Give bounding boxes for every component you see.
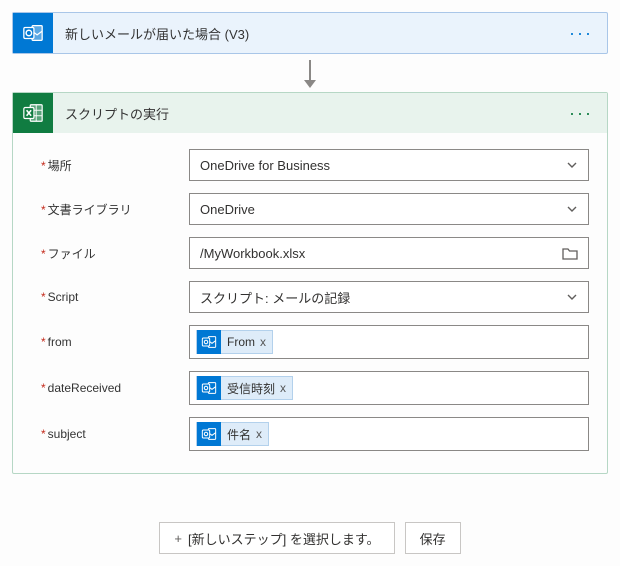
action-step-menu-button[interactable]: ··· <box>565 103 597 124</box>
trigger-step[interactable]: 新しいメールが届いた場合 (V3) ··· <box>12 12 608 54</box>
action-step: スクリプトの実行 ··· *場所 OneDrive for Business *… <box>12 92 608 474</box>
library-dropdown[interactable]: OneDrive <box>189 193 589 225</box>
from-input[interactable]: From x <box>189 325 589 359</box>
arrow-down-icon <box>304 80 316 88</box>
flow-connector <box>12 60 608 88</box>
trigger-step-menu-button[interactable]: ··· <box>565 23 597 44</box>
field-row-script: *Script スクリプト: メールの記録 <box>41 281 589 313</box>
field-row-file: *ファイル /MyWorkbook.xlsx <box>41 237 589 269</box>
token-remove-button[interactable]: x <box>259 335 272 349</box>
plus-icon: + <box>174 531 182 546</box>
field-row-from: *from From x <box>41 325 589 359</box>
field-row-library: *文書ライブラリ OneDrive <box>41 193 589 225</box>
trigger-step-title: 新しいメールが届いた場合 (V3) <box>53 24 565 43</box>
dateReceived-input[interactable]: 受信時刻 x <box>189 371 589 405</box>
dynamic-token-dateReceived[interactable]: 受信時刻 x <box>196 376 293 400</box>
field-label: *ファイル <box>41 245 189 262</box>
chevron-down-icon <box>566 203 578 215</box>
outlook-icon <box>13 13 53 53</box>
dynamic-token-from[interactable]: From x <box>196 330 273 354</box>
field-label: *Script <box>41 290 189 304</box>
field-row-dateReceived: *dateReceived 受信時刻 x <box>41 371 589 405</box>
outlook-icon <box>197 330 221 354</box>
dynamic-token-subject[interactable]: 件名 x <box>196 422 269 446</box>
chevron-down-icon <box>566 159 578 171</box>
outlook-icon <box>197 422 221 446</box>
excel-icon <box>13 93 53 133</box>
chevron-down-icon <box>566 291 578 303</box>
field-label: *subject <box>41 427 189 441</box>
subject-input[interactable]: 件名 x <box>189 417 589 451</box>
field-row-location: *場所 OneDrive for Business <box>41 149 589 181</box>
token-remove-button[interactable]: x <box>255 427 268 441</box>
folder-icon[interactable] <box>562 246 578 260</box>
trigger-step-header[interactable]: 新しいメールが届いた場合 (V3) ··· <box>13 13 607 53</box>
action-step-body: *場所 OneDrive for Business *文書ライブラリ OneDr… <box>13 133 607 473</box>
footer-actions: + [新しいステップ] を選択します。 保存 <box>12 522 608 554</box>
token-remove-button[interactable]: x <box>279 381 292 395</box>
outlook-icon <box>197 376 221 400</box>
field-label: *文書ライブラリ <box>41 201 189 218</box>
flow-canvas: 新しいメールが届いた場合 (V3) ··· スクリプトの実行 ·· <box>12 12 608 554</box>
location-dropdown[interactable]: OneDrive for Business <box>189 149 589 181</box>
field-label: *from <box>41 335 189 349</box>
action-step-header[interactable]: スクリプトの実行 ··· <box>13 93 607 133</box>
save-button[interactable]: 保存 <box>405 522 461 554</box>
new-step-button[interactable]: + [新しいステップ] を選択します。 <box>159 522 394 554</box>
field-label: *場所 <box>41 157 189 174</box>
script-dropdown[interactable]: スクリプト: メールの記録 <box>189 281 589 313</box>
action-step-title: スクリプトの実行 <box>53 104 565 123</box>
field-row-subject: *subject 件名 x <box>41 417 589 451</box>
file-picker[interactable]: /MyWorkbook.xlsx <box>189 237 589 269</box>
field-label: *dateReceived <box>41 381 189 395</box>
